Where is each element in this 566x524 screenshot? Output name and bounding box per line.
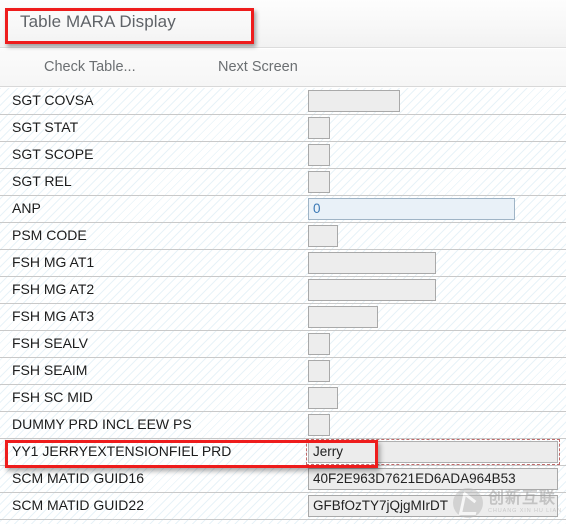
row-separator bbox=[0, 519, 566, 520]
field-row: SCM MATID GUID22 GFBfOzTY7jQjgMIrDT bbox=[0, 493, 566, 520]
field-row: ANP 0 bbox=[0, 196, 566, 223]
field-label: SCM MATID GUID16 bbox=[12, 470, 144, 486]
field-input[interactable]: Jerry bbox=[306, 439, 560, 465]
field-row: SGT COVSA bbox=[0, 88, 566, 115]
field-row: SGT SCOPE bbox=[0, 142, 566, 169]
field-input[interactable] bbox=[308, 144, 330, 166]
field-row: SCM MATID GUID16 40F2E963D7621ED6ADA964B5… bbox=[0, 466, 566, 493]
field-label: FSH MG AT2 bbox=[12, 281, 95, 297]
check-table-button[interactable]: Check Table... bbox=[44, 59, 136, 75]
field-input[interactable] bbox=[308, 360, 330, 382]
field-label: SGT SCOPE bbox=[12, 146, 94, 162]
field-row: FSH SC MID bbox=[0, 385, 566, 412]
field-label: SGT COVSA bbox=[12, 92, 94, 108]
field-row: SGT STAT bbox=[0, 115, 566, 142]
field-input[interactable] bbox=[308, 414, 330, 436]
field-row: PSM CODE bbox=[0, 223, 566, 250]
field-label: FSH MG AT3 bbox=[12, 308, 95, 324]
field-list: SGT COVSA SGT STAT SGT SCOPE SGT REL ANP 0 PSM… bbox=[0, 88, 566, 524]
field-input[interactable] bbox=[308, 225, 338, 247]
field-label: YY1 JERRYEXTENSIONFIEL PRD bbox=[12, 443, 232, 459]
window-title-bar: Table MARA Display bbox=[0, 0, 566, 48]
field-label: FSH SC MID bbox=[12, 389, 93, 405]
field-input[interactable] bbox=[308, 252, 436, 274]
field-row: FSH MG AT2 bbox=[0, 277, 566, 304]
field-row: FSH MG AT3 bbox=[0, 304, 566, 331]
field-label: FSH SEAIM bbox=[12, 362, 88, 378]
field-input[interactable]: 40F2E963D7621ED6ADA964B53 bbox=[308, 468, 558, 490]
field-input[interactable] bbox=[308, 90, 400, 112]
field-input[interactable]: 0 bbox=[308, 198, 515, 220]
field-label: SGT STAT bbox=[12, 119, 79, 135]
field-input[interactable] bbox=[308, 387, 338, 409]
next-screen-button[interactable]: Next Screen bbox=[218, 59, 298, 75]
field-row: FSH MG AT1 bbox=[0, 250, 566, 277]
field-label: FSH MG AT1 bbox=[12, 254, 95, 270]
sap-table-display-window: Table MARA Display Check Table... Next S… bbox=[0, 0, 566, 524]
field-label: DUMMY PRD INCL EEW PS bbox=[12, 416, 192, 432]
toolbar: Check Table... Next Screen bbox=[0, 49, 566, 87]
field-input[interactable] bbox=[308, 171, 330, 193]
field-label: FSH SEALV bbox=[12, 335, 88, 351]
field-input[interactable] bbox=[308, 306, 378, 328]
field-label: SCM MATID GUID22 bbox=[12, 497, 144, 513]
field-input[interactable] bbox=[308, 279, 436, 301]
field-row: FSH SEAIM bbox=[0, 358, 566, 385]
field-row: DUMMY PRD INCL EEW PS bbox=[0, 412, 566, 439]
field-row: FSH SEALV bbox=[0, 331, 566, 358]
page-title: Table MARA Display bbox=[20, 12, 176, 31]
field-row: YY1 JERRYEXTENSIONFIEL PRD Jerry bbox=[0, 439, 566, 466]
field-input[interactable]: GFBfOzTY7jQjgMIrDT bbox=[308, 495, 558, 517]
field-label: PSM CODE bbox=[12, 227, 87, 243]
field-row: SGT REL bbox=[0, 169, 566, 196]
field-label: SGT REL bbox=[12, 173, 72, 189]
field-input[interactable] bbox=[308, 333, 330, 355]
field-label: ANP bbox=[12, 200, 41, 216]
field-input[interactable] bbox=[308, 117, 330, 139]
